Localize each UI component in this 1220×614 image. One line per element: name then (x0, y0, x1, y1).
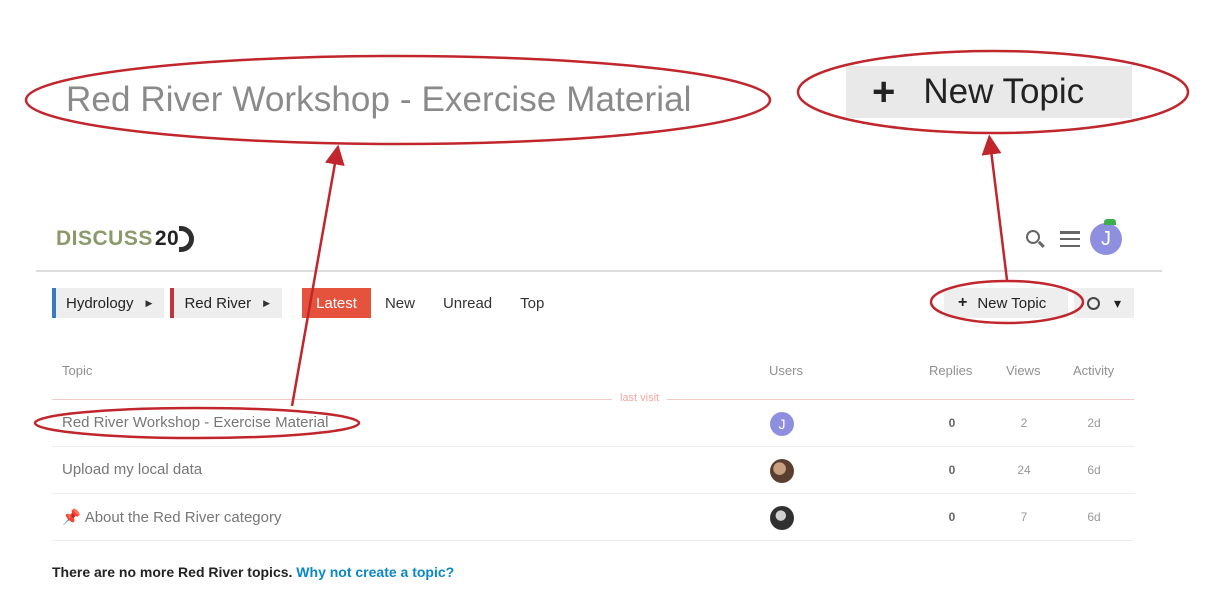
column-header-replies[interactable]: Replies (929, 363, 972, 378)
poster-avatar[interactable]: J (770, 412, 794, 436)
reply-count: 0 (948, 510, 956, 524)
caret-down-icon: ▾ (1113, 294, 1122, 311)
topic-title-link[interactable]: Red River Workshop - Exercise Material (62, 414, 328, 431)
activity-time[interactable]: 6d (1084, 510, 1104, 524)
poster-avatar[interactable] (770, 506, 794, 530)
logo-text: DISCUSS (56, 227, 153, 250)
column-header-users: Users (769, 363, 803, 378)
footer-message: There are no more Red River topics. Why … (52, 564, 454, 580)
circle-icon (1086, 296, 1100, 310)
topic-title-link[interactable]: 📌 About the Red River category (62, 508, 281, 526)
plus-icon: + (958, 294, 968, 311)
view-count: 2 (1020, 416, 1028, 430)
plus-icon: + (872, 70, 896, 114)
topic-title-text: About the Red River category (84, 509, 282, 526)
notification-indicator (1104, 219, 1116, 225)
column-header-topic[interactable]: Topic (62, 363, 92, 378)
new-topic-button[interactable]: + New Topic (944, 288, 1068, 318)
new-topic-label: New Topic (977, 294, 1047, 312)
reply-count: 0 (948, 463, 956, 477)
pin-icon: 📌 (62, 509, 81, 526)
topic-row: Red River Workshop - Exercise Material J… (52, 400, 1134, 447)
zoomed-new-topic-button: + New Topic (846, 66, 1132, 118)
category-label: Red River (184, 294, 252, 312)
category-nav: Hydrology ▶ Red River ▶ Latest New Unrea… (52, 288, 558, 318)
caret-right-icon: ▶ (263, 297, 271, 308)
activity-time[interactable]: 6d (1084, 463, 1104, 477)
annotation-arrow-title (290, 144, 345, 407)
header-icons: J (1024, 219, 1122, 255)
tab-top[interactable]: Top (506, 288, 558, 318)
logo-number: 20 (154, 227, 180, 250)
annotation-arrow-button (981, 134, 1009, 281)
category-dropdown-red-river[interactable]: Red River ▶ (170, 288, 283, 318)
hamburger-menu-icon[interactable] (1060, 231, 1080, 247)
header-divider (36, 270, 1162, 272)
tab-latest[interactable]: Latest (302, 288, 371, 318)
column-header-views[interactable]: Views (1006, 363, 1040, 378)
create-topic-link[interactable]: Why not create a topic? (296, 564, 454, 580)
topic-row: Upload my local data 0 24 6d (52, 447, 1134, 494)
category-label: Hydrology (66, 294, 134, 312)
topic-row: 📌 About the Red River category 0 7 6d (52, 494, 1134, 541)
user-avatar[interactable]: J (1090, 219, 1122, 255)
category-dropdown-hydrology[interactable]: Hydrology ▶ (52, 288, 165, 318)
caret-right-icon: ▶ (145, 297, 153, 308)
column-header-activity[interactable]: Activity (1073, 363, 1114, 378)
view-count: 7 (1020, 510, 1028, 524)
zoomed-topic-title: Red River Workshop - Exercise Material (66, 80, 692, 119)
reply-count: 0 (948, 416, 956, 430)
avatar-letter: J (1101, 227, 1111, 250)
poster-avatar[interactable] (770, 459, 794, 483)
logo-ring-icon (179, 226, 195, 252)
activity-time[interactable]: 2d (1084, 416, 1104, 430)
tab-new[interactable]: New (371, 288, 429, 318)
search-icon[interactable] (1024, 228, 1046, 250)
footer-text: There are no more Red River topics. (52, 564, 293, 580)
zoomed-new-topic-label: New Topic (923, 72, 1085, 111)
tab-unread[interactable]: Unread (429, 288, 506, 318)
notification-level-dropdown[interactable]: ▾ (1074, 288, 1134, 318)
topic-title-link[interactable]: Upload my local data (62, 461, 202, 478)
site-logo[interactable]: DISCUSS 20 (56, 226, 195, 252)
view-count: 24 (1017, 463, 1031, 477)
